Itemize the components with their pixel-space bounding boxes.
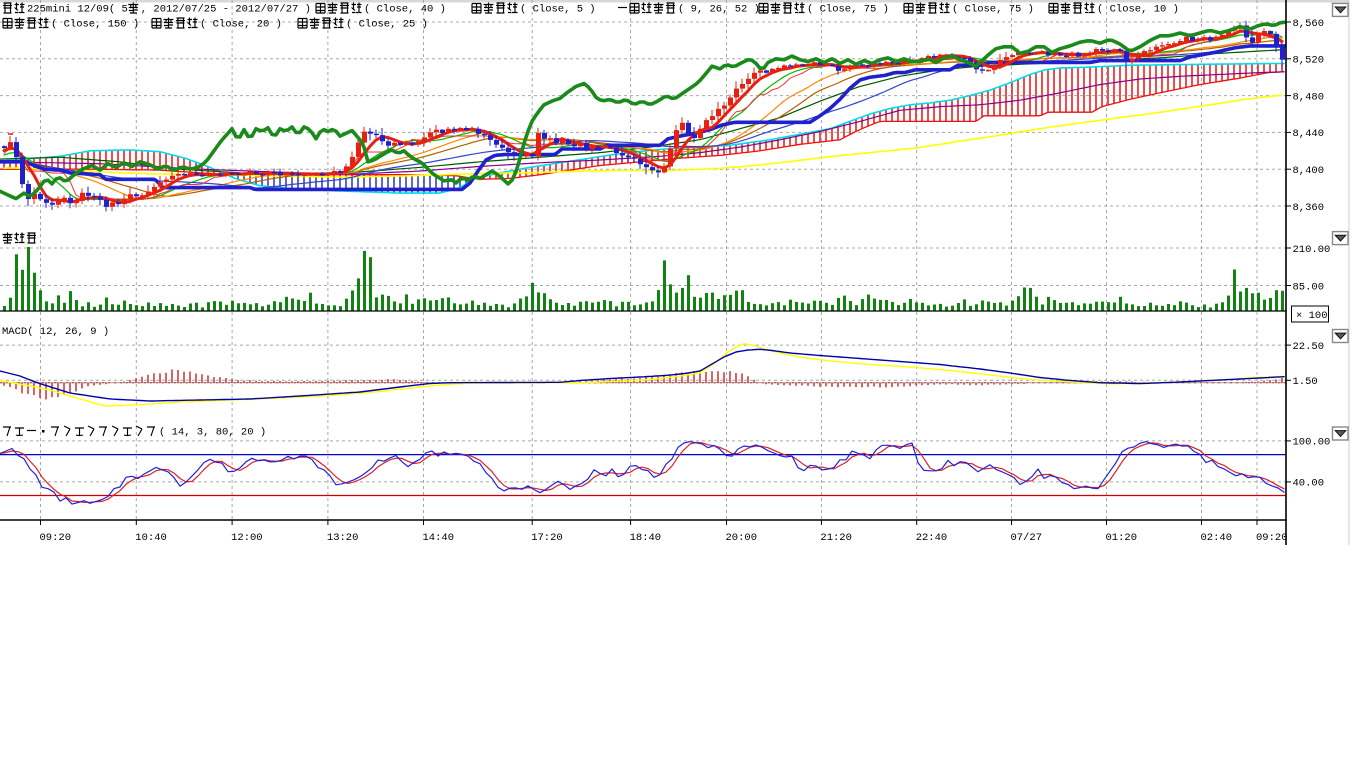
svg-text:14:40: 14:40 <box>423 532 455 544</box>
svg-text:40.00: 40.00 <box>1293 478 1325 490</box>
svg-text:8,560: 8,560 <box>1293 18 1325 30</box>
svg-text:MACD( 12, 26, 9 ): MACD( 12, 26, 9 ) <box>2 326 109 338</box>
svg-text:13:20: 13:20 <box>327 532 359 544</box>
svg-text:× 100: × 100 <box>1296 310 1328 322</box>
svg-text:22:40: 22:40 <box>916 532 948 544</box>
svg-text:10:40: 10:40 <box>135 532 167 544</box>
svg-text:( 14, 3, 80, 20 ): ( 14, 3, 80, 20 ) <box>159 427 266 439</box>
svg-text:07/27: 07/27 <box>1011 532 1043 544</box>
svg-text:100.00: 100.00 <box>1293 437 1331 449</box>
svg-text:( Close, 20 ): ( Close, 20 ) <box>200 19 282 31</box>
svg-text:1.50: 1.50 <box>1293 376 1318 388</box>
svg-text:8,400: 8,400 <box>1293 165 1325 177</box>
svg-text:8,440: 8,440 <box>1293 128 1325 140</box>
svg-text:22.50: 22.50 <box>1293 341 1325 353</box>
svg-text:09:20: 09:20 <box>40 532 72 544</box>
svg-text:02:40: 02:40 <box>1201 532 1233 544</box>
svg-text:( 9, 26, 52 ): ( 9, 26, 52 ) <box>678 4 760 16</box>
svg-text:( Close, 150 ): ( Close, 150 ) <box>51 19 139 31</box>
svg-text:210.00: 210.00 <box>1293 244 1331 256</box>
svg-text:18:40: 18:40 <box>630 532 662 544</box>
svg-text:( Close, 40 ): ( Close, 40 ) <box>364 4 446 16</box>
svg-text:( Close, 25 ): ( Close, 25 ) <box>346 19 428 31</box>
svg-text:( Close, 5 ): ( Close, 5 ) <box>520 4 596 16</box>
svg-text:8,480: 8,480 <box>1293 91 1325 103</box>
svg-text:12:00: 12:00 <box>231 532 263 544</box>
svg-text:8,360: 8,360 <box>1293 202 1325 214</box>
svg-text:225mini 12/09( 5: 225mini 12/09( 5 <box>27 4 128 16</box>
svg-text:85.00: 85.00 <box>1293 281 1325 293</box>
svg-text:01:20: 01:20 <box>1106 532 1138 544</box>
svg-text:20:00: 20:00 <box>726 532 758 544</box>
svg-text:17:20: 17:20 <box>531 532 563 544</box>
svg-text:( Close, 75 ): ( Close, 75 ) <box>952 4 1034 16</box>
svg-text:21:20: 21:20 <box>820 532 852 544</box>
svg-text:8,520: 8,520 <box>1293 55 1325 67</box>
svg-text:09:20: 09:20 <box>1256 532 1288 544</box>
svg-text:( Close, 75 ): ( Close, 75 ) <box>807 4 889 16</box>
svg-text:, 2012/07/25 - 2012/07/27 ): , 2012/07/25 - 2012/07/27 ) <box>141 4 311 16</box>
svg-text:( Close, 10 ): ( Close, 10 ) <box>1097 4 1179 16</box>
